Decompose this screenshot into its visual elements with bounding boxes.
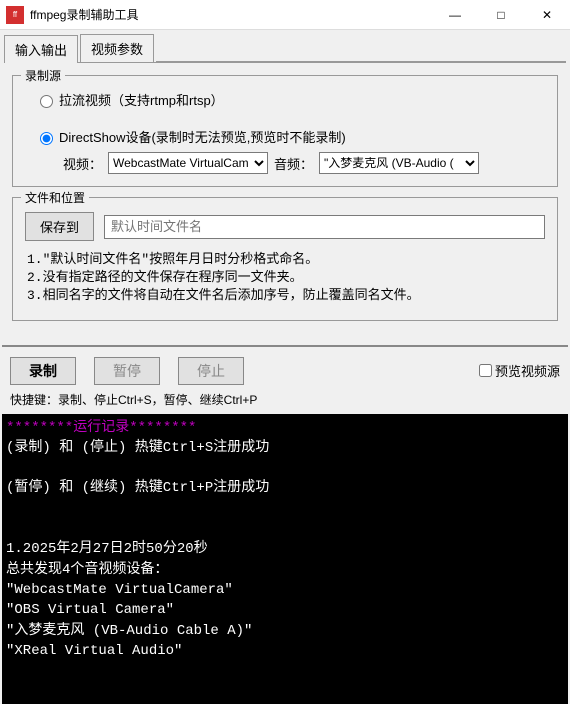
preview-checkbox[interactable] xyxy=(479,364,492,377)
window-title: ffmpeg录制辅助工具 xyxy=(30,6,432,23)
stop-button[interactable]: 停止 xyxy=(178,357,244,385)
app-icon: ff xyxy=(6,6,24,24)
log-console: ********运行记录******** (录制) 和 (停止) 热键Ctrl+… xyxy=(2,414,568,704)
file-location-legend: 文件和位置 xyxy=(21,189,89,206)
audio-device-label: 音频： xyxy=(274,154,313,173)
recording-source-group: 录制源 拉流视频（支持rtmp和rtsp） DirectShow设备(录制时无法… xyxy=(12,75,558,187)
source-pull-stream-row[interactable]: 拉流视频（支持rtmp和rtsp） xyxy=(35,90,547,109)
tab-strip: 输入输出 视频参数 xyxy=(0,30,570,62)
device-row: 视频： WebcastMate VirtualCam 音频： "入梦麦克风 (V… xyxy=(63,152,547,174)
log-device: "WebcastMate VirtualCamera" xyxy=(6,582,233,598)
tab-panel-io: 录制源 拉流视频（支持rtmp和rtsp） DirectShow设备(录制时无法… xyxy=(4,62,566,339)
record-button[interactable]: 录制 xyxy=(10,357,76,385)
save-to-button[interactable]: 保存到 xyxy=(25,212,94,241)
close-button[interactable]: ✕ xyxy=(524,0,570,30)
pause-button[interactable]: 暂停 xyxy=(94,357,160,385)
hotkey-hint: 快捷键：录制、停止Ctrl+S，暂停、继续Ctrl+P xyxy=(0,389,570,414)
audio-device-select[interactable]: "入梦麦克风 (VB-Audio ( xyxy=(319,152,479,174)
minimize-button[interactable]: — xyxy=(432,0,478,30)
maximize-button[interactable]: □ xyxy=(478,0,524,30)
source-directshow-row[interactable]: DirectShow设备(录制时无法预览,预览时不能录制) xyxy=(35,127,547,146)
log-timestamp: 1.2025年2月27日2时50分20秒 xyxy=(6,541,208,557)
source-pull-stream-radio[interactable] xyxy=(40,95,53,108)
log-header: ********运行记录******** xyxy=(6,420,196,436)
file-note-1: 1."默认时间文件名"按照年月日时分秒格式命名。 xyxy=(27,251,543,269)
divider xyxy=(2,345,568,347)
preview-checkbox-label: 预览视频源 xyxy=(495,361,560,380)
video-device-label: 视频： xyxy=(63,154,102,173)
window-titlebar: ff ffmpeg录制辅助工具 — □ ✕ xyxy=(0,0,570,30)
recording-source-legend: 录制源 xyxy=(21,67,65,84)
file-note-2: 2.没有指定路径的文件保存在程序同一文件夹。 xyxy=(27,269,543,287)
log-line: (录制) 和 (停止) 热键Ctrl+S注册成功 xyxy=(6,440,269,456)
video-device-select[interactable]: WebcastMate VirtualCam xyxy=(108,152,268,174)
file-note-3: 3.相同名字的文件将自动在文件名后添加序号，防止覆盖同名文件。 xyxy=(27,287,543,305)
log-device: "OBS Virtual Camera" xyxy=(6,602,174,618)
file-notes: 1."默认时间文件名"按照年月日时分秒格式命名。 2.没有指定路径的文件保存在程… xyxy=(27,251,543,306)
log-found: 总共发现4个音视频设备： xyxy=(6,562,168,578)
source-directshow-label: DirectShow设备(录制时无法预览,预览时不能录制) xyxy=(59,127,346,146)
control-row: 录制 暂停 停止 预览视频源 xyxy=(0,353,570,389)
preview-checkbox-row[interactable]: 预览视频源 xyxy=(475,361,560,380)
log-device: "入梦麦克风 (VB-Audio Cable A)" xyxy=(6,623,252,639)
log-line: (暂停) 和 (继续) 热键Ctrl+P注册成功 xyxy=(6,480,269,496)
filename-input[interactable] xyxy=(104,215,545,239)
tab-video-params[interactable]: 视频参数 xyxy=(80,34,154,62)
source-pull-stream-label: 拉流视频（支持rtmp和rtsp） xyxy=(59,90,224,109)
tab-io[interactable]: 输入输出 xyxy=(4,35,78,63)
source-directshow-radio[interactable] xyxy=(40,132,53,145)
file-location-group: 文件和位置 保存到 1."默认时间文件名"按照年月日时分秒格式命名。 2.没有指… xyxy=(12,197,558,321)
log-device: "XReal Virtual Audio" xyxy=(6,643,182,659)
